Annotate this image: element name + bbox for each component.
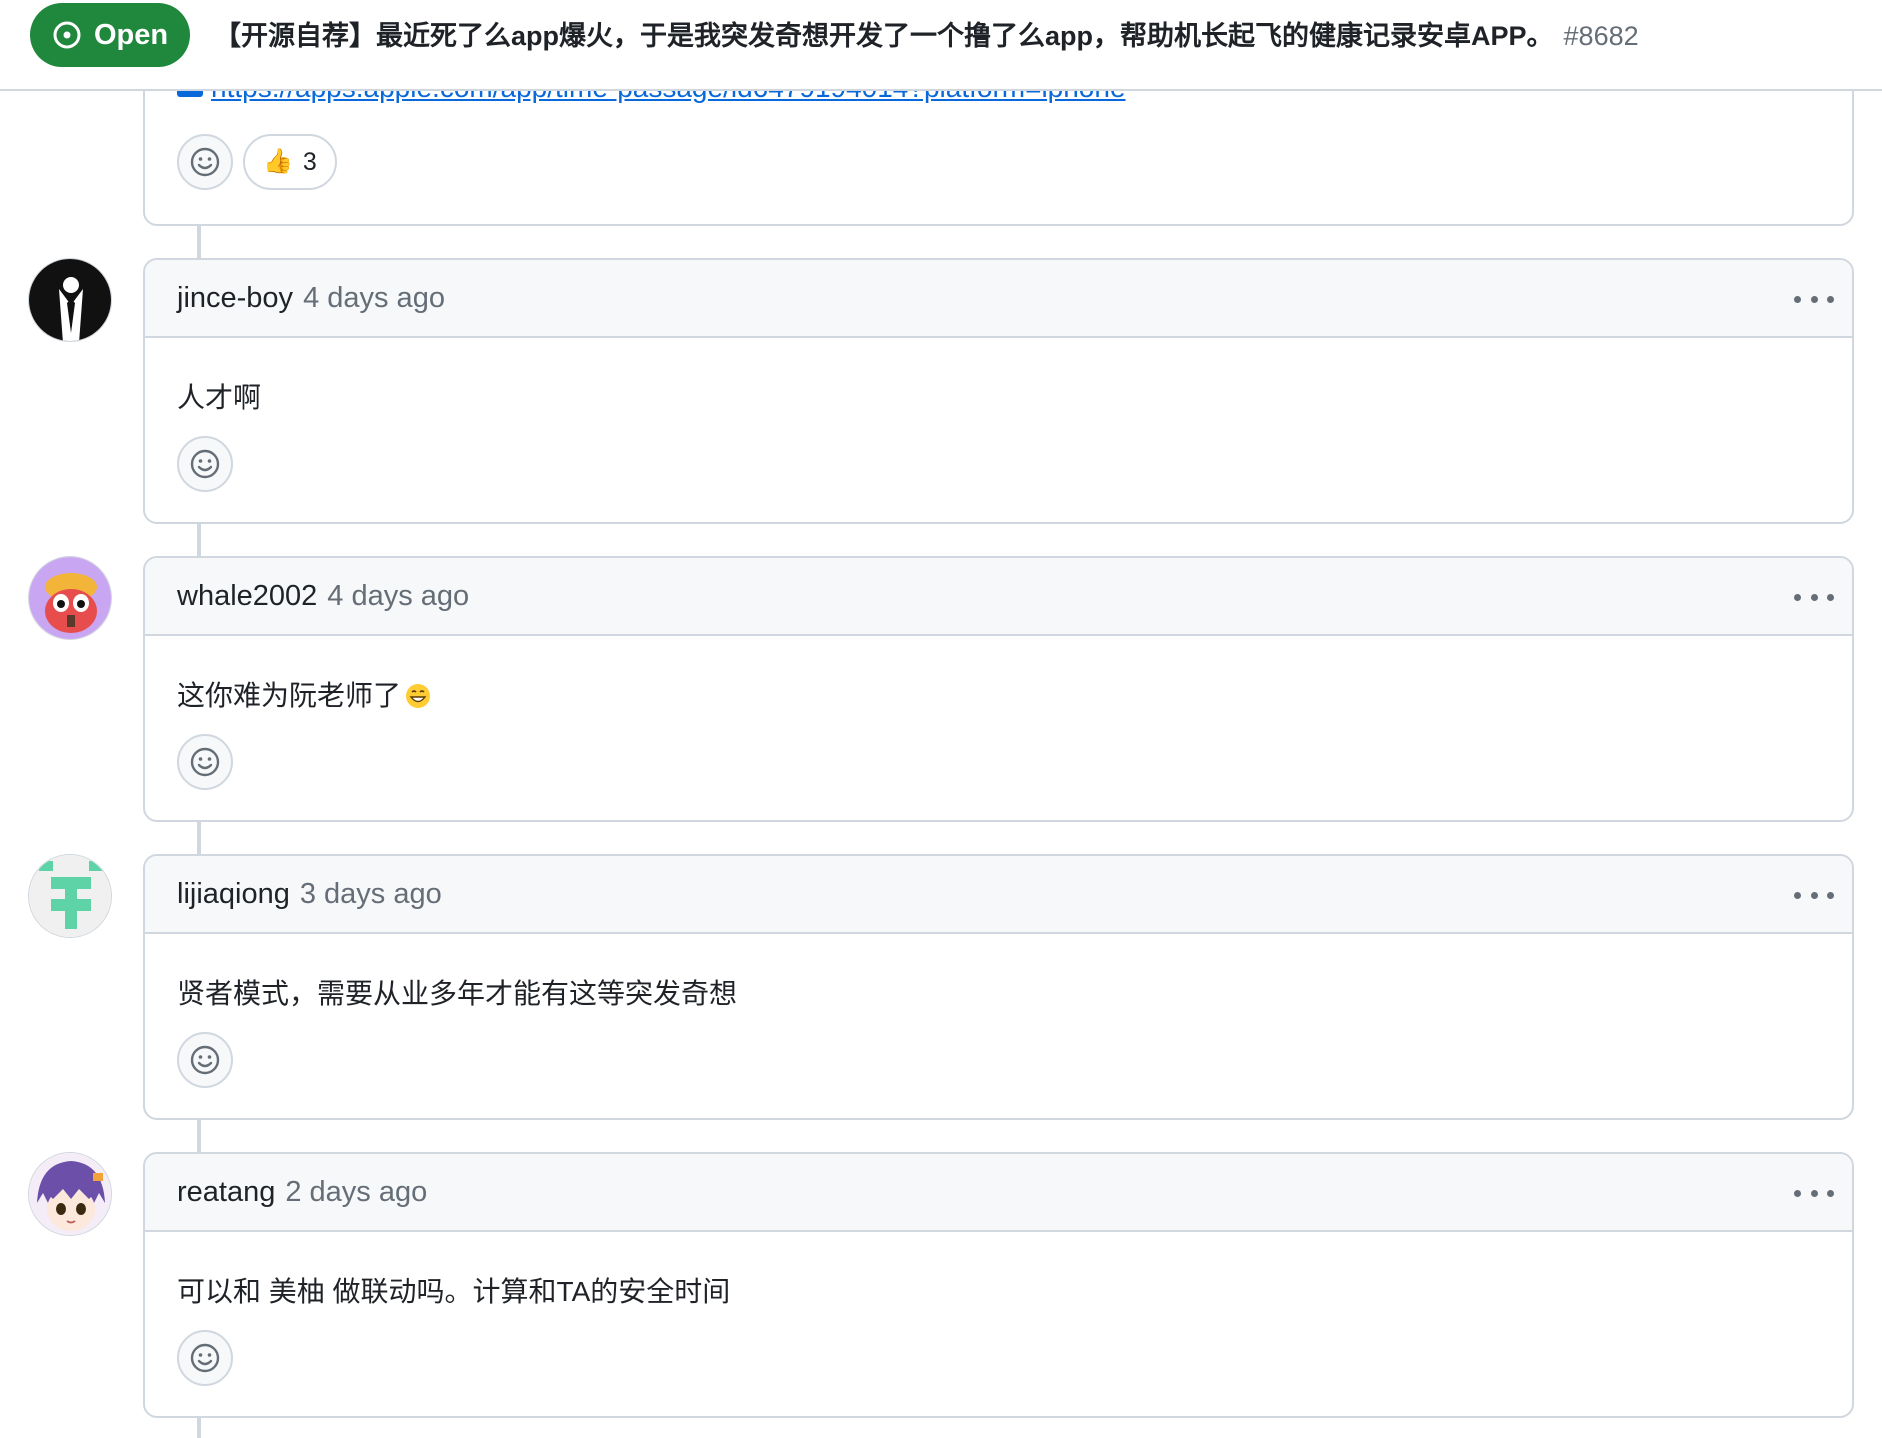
add-reaction-button[interactable] xyxy=(177,436,233,492)
timeline-comment: whale2002 4 days ago 这你难为阮老师了 xyxy=(0,556,1882,822)
smiley-icon xyxy=(190,449,220,479)
comment-header: jince-boy 4 days ago xyxy=(145,260,1852,338)
red-cartoon-avatar-icon xyxy=(29,557,111,639)
comment-options-icon[interactable] xyxy=(1794,582,1834,612)
comment-timestamp[interactable]: 4 days ago xyxy=(327,580,469,613)
anime-girl-avatar-icon xyxy=(29,1153,111,1235)
smiley-icon xyxy=(190,1045,220,1075)
issue-number: #8682 xyxy=(1563,21,1639,51)
issue-opened-icon xyxy=(53,21,81,49)
thumbs-up-icon: 👍 xyxy=(263,148,293,175)
reaction-row xyxy=(177,734,233,790)
identicon-avatar-icon xyxy=(29,855,111,937)
comment-options-icon[interactable] xyxy=(1794,284,1834,314)
issue-title-text: 【开源自荐】最近死了么app爆火，于是我突发奇想开发了一个撸了么app，帮助机长… xyxy=(214,21,1554,51)
avatar[interactable] xyxy=(28,556,112,640)
issue-state-label: Open xyxy=(94,18,169,51)
reaction-row: 👍 3 xyxy=(177,134,337,190)
timeline-comment: reatang 2 days ago 可以和 美柚 做联动吗。计算和TA的安全时… xyxy=(0,1152,1882,1418)
comment-body: 可以和 美柚 做联动吗。计算和TA的安全时间 xyxy=(145,1232,1852,1310)
reaction-count: 3 xyxy=(302,147,317,176)
comment-card: reatang 2 days ago 可以和 美柚 做联动吗。计算和TA的安全时… xyxy=(143,1152,1854,1418)
add-reaction-button[interactable] xyxy=(177,1330,233,1386)
grinning-face-icon xyxy=(406,684,431,708)
comment-text: 这你难为阮老师了 xyxy=(177,680,402,711)
comment-options-icon[interactable] xyxy=(1794,880,1834,910)
issue-state-badge: Open xyxy=(30,3,190,67)
comment-text: 可以和 美柚 做联动吗。计算和TA的安全时间 xyxy=(177,1276,731,1307)
comment-header: lijiaqiong 3 days ago xyxy=(145,856,1852,934)
timeline-comment: jince-boy 4 days ago 人才啊 xyxy=(0,258,1882,524)
comment-options-icon[interactable] xyxy=(1794,1178,1834,1208)
comment-author[interactable]: whale2002 xyxy=(177,580,317,613)
reaction-row xyxy=(177,1330,233,1386)
smiley-icon xyxy=(190,147,220,177)
issue-timeline-page: Open 【开源自荐】最近死了么app爆火，于是我突发奇想开发了一个撸了么app… xyxy=(0,0,1882,1438)
comment-card: lijiaqiong 3 days ago 贤者模式，需要从业多年才能有这等突发… xyxy=(143,854,1854,1120)
comment-card: whale2002 4 days ago 这你难为阮老师了 xyxy=(143,556,1854,822)
comment-timestamp[interactable]: 4 days ago xyxy=(303,282,445,315)
comment-author[interactable]: jince-boy xyxy=(177,282,293,315)
comment-text: 贤者模式，需要从业多年才能有这等突发奇想 xyxy=(177,978,738,1009)
reaction-row xyxy=(177,1032,233,1088)
issue-title[interactable]: 【开源自荐】最近死了么app爆火，于是我突发奇想开发了一个撸了么app，帮助机长… xyxy=(214,14,1639,53)
reaction-row xyxy=(177,436,233,492)
avatar[interactable] xyxy=(28,854,112,938)
smiley-icon xyxy=(190,747,220,777)
comment-body: 贤者模式，需要从业多年才能有这等突发奇想 xyxy=(145,934,1852,1012)
sticky-issue-header: Open 【开源自荐】最近死了么app爆火，于是我突发奇想开发了一个撸了么app… xyxy=(0,0,1882,91)
comment-text: 人才啊 xyxy=(177,382,262,413)
comment-timestamp[interactable]: 3 days ago xyxy=(300,878,442,911)
comment-body: 人才啊 xyxy=(145,338,1852,416)
comment-body: 这你难为阮老师了 xyxy=(145,636,1852,714)
add-reaction-button[interactable] xyxy=(177,134,233,190)
comment-timestamp[interactable]: 2 days ago xyxy=(285,1176,427,1209)
avatar[interactable] xyxy=(28,258,112,342)
comment-card: jince-boy 4 days ago 人才啊 xyxy=(143,258,1854,524)
comment-author[interactable]: lijiaqiong xyxy=(177,878,290,911)
smiley-icon xyxy=(190,1343,220,1373)
avatar[interactable] xyxy=(28,1152,112,1236)
timeline-comment: lijiaqiong 3 days ago 贤者模式，需要从业多年才能有这等突发… xyxy=(0,854,1882,1120)
add-reaction-button[interactable] xyxy=(177,1032,233,1088)
add-reaction-button[interactable] xyxy=(177,734,233,790)
tuxedo-avatar-icon xyxy=(29,259,111,341)
comment-header: whale2002 4 days ago xyxy=(145,558,1852,636)
thumbs-up-reaction[interactable]: 👍 3 xyxy=(243,134,337,190)
comment-author[interactable]: reatang xyxy=(177,1176,275,1209)
comment-header: reatang 2 days ago xyxy=(145,1154,1852,1232)
